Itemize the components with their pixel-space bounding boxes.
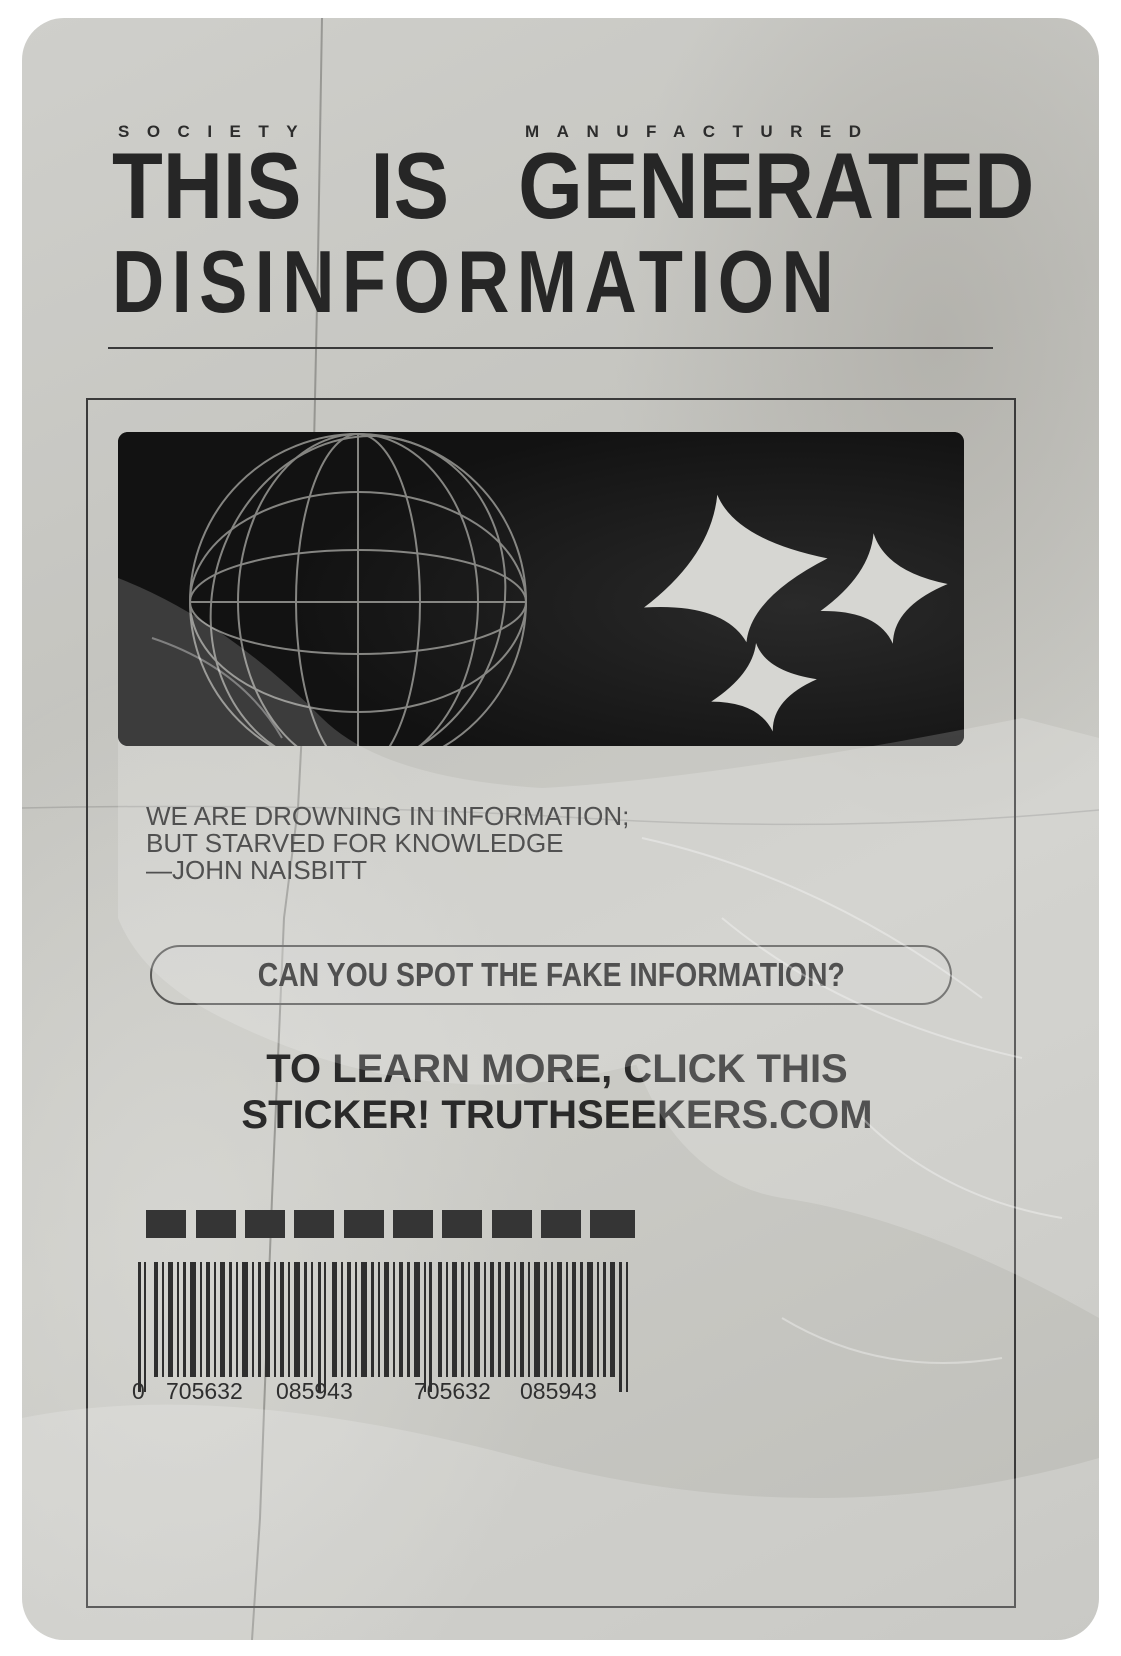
headline-word-2: IS <box>370 133 450 238</box>
headline-line-2: DISINFORMATION <box>112 232 842 331</box>
quote-attribution: —JOHN NAISBITT <box>146 855 368 885</box>
cta-line-2[interactable]: STICKER! TRUTHSEEKERS.COM <box>142 1092 972 1138</box>
question-pill[interactable]: CAN YOU SPOT THE FAKE INFORMATION? <box>150 945 952 1005</box>
sticker-card[interactable]: SOCIETY MANUFACTURED THIS IS GENERATED DIS… <box>22 18 1099 1640</box>
cta-line-1[interactable]: TO LEARN MORE, CLICK THIS <box>142 1046 972 1092</box>
barcode-group-1: 705632 <box>166 1378 243 1404</box>
barcode-group-3: 705632 <box>414 1378 491 1404</box>
quote-line-2: BUT STARVED FOR KNOWLEDGE <box>146 828 564 858</box>
progress-blocks <box>146 1210 635 1238</box>
barcode-group-4: 085943 <box>520 1378 597 1404</box>
barcode-group-2: 085943 <box>276 1378 353 1404</box>
quote: WE ARE DROWNING IN INFORMATION; BUT STAR… <box>146 803 746 884</box>
quote-line-1: WE ARE DROWNING IN INFORMATION; <box>146 801 630 831</box>
hero-image <box>118 432 964 746</box>
headline-word-3: GENERATED <box>518 133 1035 238</box>
header-divider <box>108 347 993 349</box>
barcode-lead-digit: 0 <box>132 1378 145 1404</box>
headline-word-1: THIS <box>112 133 302 238</box>
headline-line-1: THIS IS GENERATED <box>112 133 1034 238</box>
question-text: CAN YOU SPOT THE FAKE INFORMATION? <box>257 956 845 993</box>
barcode: 0 705632 085943 705632 085943 <box>132 1258 652 1428</box>
